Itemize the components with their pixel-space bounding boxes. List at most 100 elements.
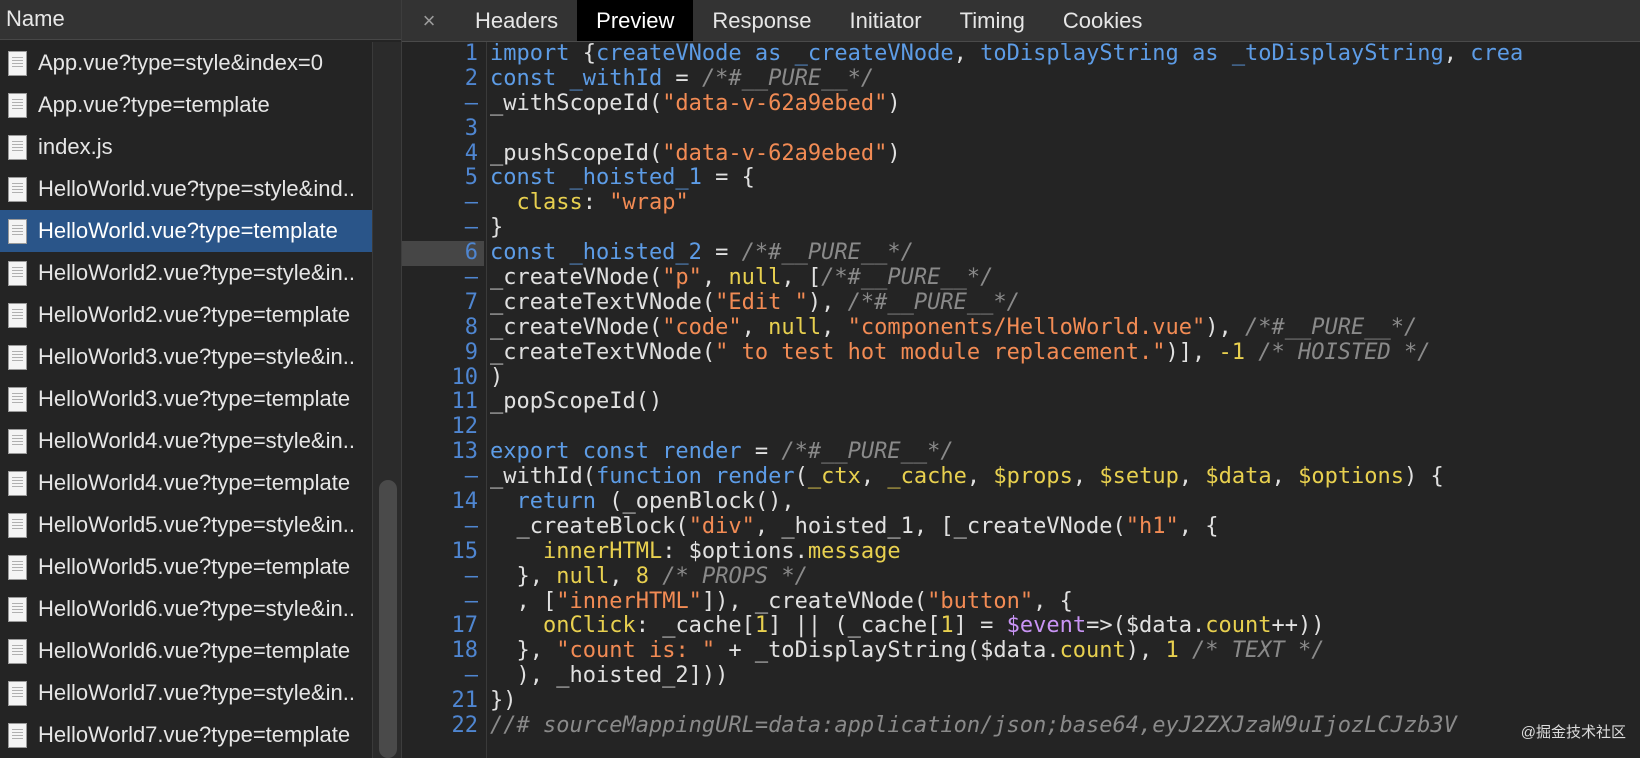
request-row[interactable]: index.js bbox=[0, 126, 388, 168]
request-row[interactable]: HelloWorld7.vue?type=style&in.. bbox=[0, 672, 388, 714]
request-list-scrollbar[interactable] bbox=[372, 42, 401, 758]
code-token: _createTextVNode( bbox=[490, 339, 716, 365]
close-icon[interactable]: × bbox=[402, 0, 456, 41]
tab-preview[interactable]: Preview bbox=[577, 0, 694, 41]
tab-initiator[interactable]: Initiator bbox=[830, 0, 940, 41]
line-number[interactable]: 3 bbox=[402, 116, 484, 142]
request-row[interactable]: HelloWorld2.vue?type=style&in.. bbox=[0, 252, 388, 294]
line-number[interactable]: – bbox=[402, 564, 484, 590]
request-row[interactable]: HelloWorld.vue?type=style&ind.. bbox=[0, 168, 388, 210]
request-row[interactable]: HelloWorld3.vue?type=style&in.. bbox=[0, 336, 388, 378]
code-line: – _withScopeId("data-v-62a9ebed") bbox=[402, 91, 1640, 117]
line-number[interactable]: 7 bbox=[402, 290, 484, 316]
code-token: , bbox=[1271, 464, 1299, 490]
line-number[interactable]: 10 bbox=[402, 365, 484, 391]
line-number[interactable]: – bbox=[402, 265, 484, 291]
request-row[interactable]: HelloWorld6.vue?type=template bbox=[0, 630, 388, 672]
code-text: _createTextVNode("Edit "), /*#__PURE__*/ bbox=[490, 289, 1020, 316]
line-number[interactable]: 11 bbox=[402, 390, 484, 415]
line-number[interactable]: 15 bbox=[402, 539, 484, 565]
code-token: = bbox=[662, 65, 702, 91]
line-number[interactable]: 18 bbox=[402, 638, 484, 664]
request-row[interactable]: App.vue?type=template bbox=[0, 84, 388, 126]
code-line: 8 _createVNode("code", null, "components/… bbox=[402, 315, 1640, 341]
code-token: , bbox=[1072, 464, 1100, 490]
request-row[interactable]: HelloWorld5.vue?type=style&in.. bbox=[0, 504, 388, 546]
code-token: class bbox=[490, 190, 583, 216]
name-column-header[interactable]: Name bbox=[0, 0, 401, 40]
line-number[interactable]: 21 bbox=[402, 688, 484, 714]
code-token: "count is: " bbox=[556, 638, 716, 664]
line-number[interactable]: 14 bbox=[402, 489, 484, 515]
request-row[interactable]: HelloWorld4.vue?type=template bbox=[0, 462, 388, 504]
line-number[interactable]: 5 bbox=[402, 166, 484, 191]
request-row[interactable]: HelloWorld3.vue?type=template bbox=[0, 378, 388, 420]
line-number[interactable]: – bbox=[402, 190, 484, 216]
code-line: 12 bbox=[402, 414, 1640, 440]
request-row[interactable]: HelloWorld7.vue?type=template bbox=[0, 714, 388, 756]
line-number[interactable]: – bbox=[402, 589, 484, 615]
code-token: ), _hoisted_2])) bbox=[490, 663, 729, 689]
code-text: }, null, 8 /* PROPS */ bbox=[490, 564, 807, 590]
code-token: ]), _createVNode( bbox=[701, 588, 928, 614]
line-number[interactable]: 13 bbox=[402, 439, 484, 465]
request-row[interactable]: App.vue?type=style&index=0 bbox=[0, 42, 388, 84]
code-line: – _createVNode("p", null, [/*#__PURE__*/ bbox=[402, 265, 1640, 291]
line-number[interactable]: 6 bbox=[402, 240, 484, 267]
code-text: //# sourceMappingURL=data:application/js… bbox=[490, 713, 1457, 739]
line-number[interactable]: 12 bbox=[402, 414, 484, 440]
document-file-icon bbox=[8, 428, 27, 454]
code-text: _createBlock("div", _hoisted_1, [_create… bbox=[490, 514, 1218, 540]
code-text: _popScopeId() bbox=[490, 390, 662, 415]
line-number[interactable]: – bbox=[402, 215, 484, 241]
code-token: , bbox=[953, 42, 981, 66]
line-number[interactable]: 2 bbox=[402, 66, 484, 92]
line-number[interactable]: – bbox=[402, 663, 484, 689]
code-token: = { bbox=[701, 165, 755, 191]
code-token: ] = bbox=[953, 613, 1007, 639]
line-number[interactable]: 17 bbox=[402, 614, 484, 639]
code-token: }) bbox=[490, 688, 517, 714]
code-token: null bbox=[728, 265, 782, 291]
detail-tab-bar: × Headers Preview Response Initiator Timing C… bbox=[402, 0, 1640, 42]
line-number[interactable]: – bbox=[402, 464, 484, 490]
code-token: export const render bbox=[490, 439, 742, 465]
line-number[interactable]: 1 bbox=[402, 42, 484, 67]
request-name: HelloWorld4.vue?type=style&in.. bbox=[38, 428, 355, 453]
line-number[interactable]: – bbox=[402, 91, 484, 117]
tab-timing[interactable]: Timing bbox=[941, 0, 1044, 41]
request-row[interactable]: HelloWorld5.vue?type=template bbox=[0, 546, 388, 588]
tab-cookies[interactable]: Cookies bbox=[1044, 0, 1161, 41]
scrollbar-thumb[interactable] bbox=[379, 480, 397, 758]
line-number[interactable]: 4 bbox=[402, 141, 484, 167]
code-token: , bbox=[1178, 464, 1206, 490]
document-file-icon bbox=[8, 50, 27, 76]
code-text: } bbox=[490, 215, 503, 241]
document-file-icon bbox=[8, 680, 27, 706]
code-token: return bbox=[490, 489, 596, 515]
request-row[interactable]: HelloWorld4.vue?type=style&in.. bbox=[0, 420, 388, 462]
request-row[interactable]: HelloWorld.vue?type=template bbox=[0, 210, 388, 252]
request-row[interactable]: HelloWorld6.vue?type=style&in.. bbox=[0, 588, 388, 630]
code-text: onClick: _cache[1] || (_cache[1] = $even… bbox=[490, 614, 1325, 639]
line-number[interactable]: 9 bbox=[402, 340, 484, 366]
request-name: HelloWorld3.vue?type=style&in.. bbox=[38, 344, 355, 369]
code-token: , [ bbox=[490, 588, 557, 614]
request-row[interactable]: HelloWorld2.vue?type=template bbox=[0, 294, 388, 336]
code-token: 1 bbox=[1165, 638, 1179, 664]
request-name: HelloWorld.vue?type=template bbox=[38, 218, 338, 243]
code-text: export const render = /*#__PURE__*/ bbox=[490, 439, 954, 465]
code-token: "data-v-62a9ebed" bbox=[662, 140, 888, 166]
tab-headers[interactable]: Headers bbox=[456, 0, 577, 41]
tab-response[interactable]: Response bbox=[693, 0, 830, 41]
code-token: ) bbox=[490, 364, 504, 390]
line-number[interactable]: 8 bbox=[402, 315, 484, 341]
line-number[interactable]: – bbox=[402, 514, 484, 540]
code-token: ), bbox=[807, 289, 848, 315]
code-token: $data bbox=[1205, 464, 1272, 490]
line-number[interactable]: 22 bbox=[402, 713, 484, 739]
preview-code-view[interactable]: 1 import {createVNode as _createVNode, to… bbox=[402, 42, 1640, 758]
code-text: ), _hoisted_2])) bbox=[490, 663, 729, 689]
